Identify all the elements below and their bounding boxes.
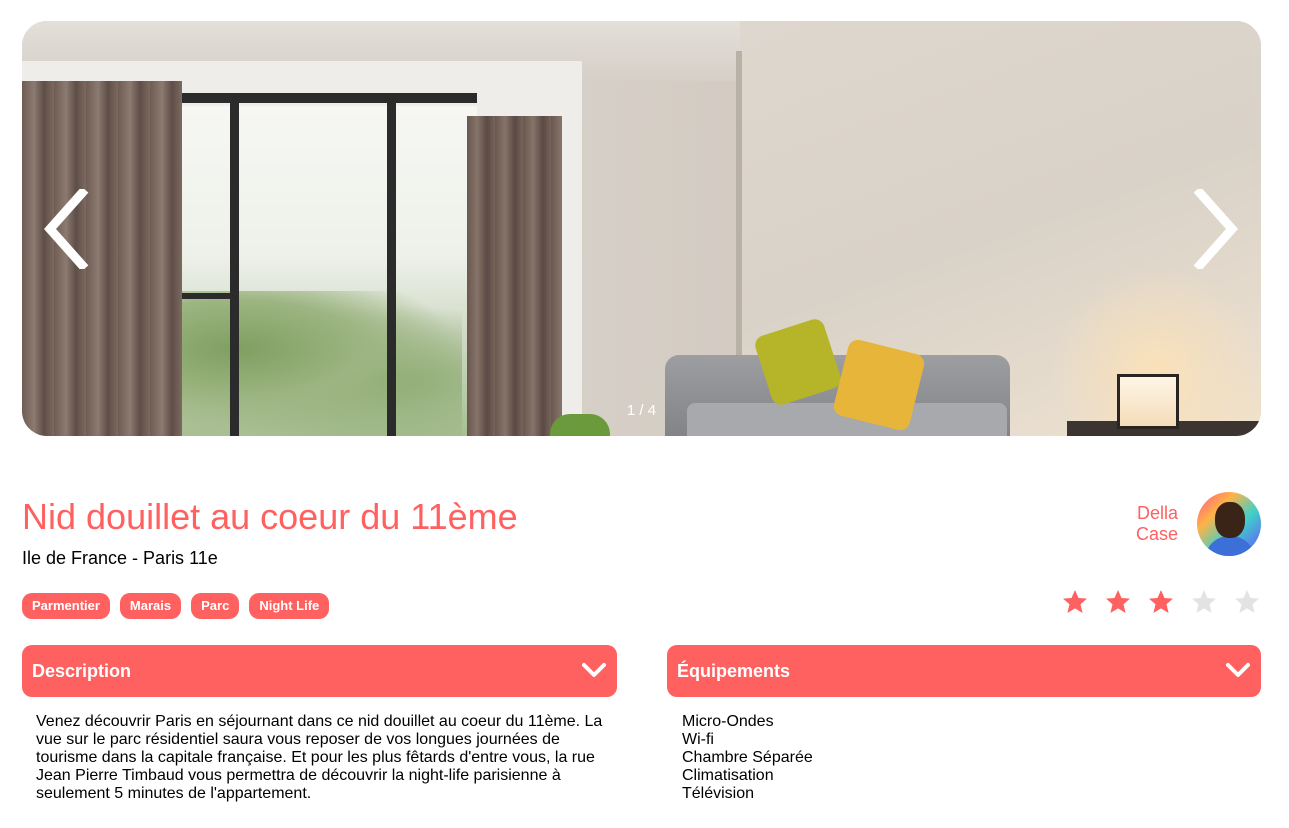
tag: Marais xyxy=(119,593,182,619)
star-filled-icon xyxy=(1063,590,1087,613)
host-name: Della Case xyxy=(1134,503,1178,545)
tag-list: Parmentier Marais Parc Night Life xyxy=(22,593,330,619)
chevron-down-icon xyxy=(582,663,606,677)
tag: Parc xyxy=(191,593,240,619)
equipment-item: Wi-fi xyxy=(682,731,714,748)
host-avatar xyxy=(1197,492,1261,556)
tag: Parmentier xyxy=(22,593,110,619)
description-header: Description xyxy=(32,660,132,681)
description-collapse-toggle[interactable]: Description xyxy=(22,645,617,697)
equipments-collapse-toggle[interactable]: Équipements xyxy=(667,645,1261,697)
equipments-list: Micro-Ondes Wi-fi Chambre Séparée Climat… xyxy=(682,713,813,803)
equipment-item: Climatisation xyxy=(682,767,774,784)
rating-stars xyxy=(1062,589,1260,615)
host-last-name: Case xyxy=(1135,524,1178,544)
equipment-item: Micro-Ondes xyxy=(682,713,774,730)
equipment-item: Télévision xyxy=(682,785,755,802)
tag: Night Life xyxy=(249,593,330,619)
chevron-left-icon xyxy=(43,189,89,269)
star-empty-icon xyxy=(1235,590,1259,613)
star-filled-icon xyxy=(1149,590,1173,613)
star-empty-icon xyxy=(1192,590,1216,613)
equipments-header: Équipements xyxy=(677,660,791,681)
star-filled-icon xyxy=(1106,590,1130,613)
carousel-prev-button[interactable] xyxy=(36,184,96,274)
chevron-down-icon xyxy=(1226,663,1250,677)
carousel-next-button[interactable] xyxy=(1186,184,1246,274)
carousel-counter: 1 / 4 xyxy=(626,402,657,419)
chevron-right-icon xyxy=(1193,189,1239,269)
host-info: Della Case xyxy=(1134,492,1261,556)
description-text: Venez découvrir Paris en séjournant dans… xyxy=(36,713,603,802)
listing-location: Ile de France - Paris 11e xyxy=(22,548,218,568)
listing-title: Nid douillet au coeur du 11ème xyxy=(22,496,518,537)
equipment-item: Chambre Séparée xyxy=(682,749,813,766)
host-first-name: Della xyxy=(1136,503,1178,523)
image-carousel: 1 / 4 xyxy=(22,21,1261,436)
